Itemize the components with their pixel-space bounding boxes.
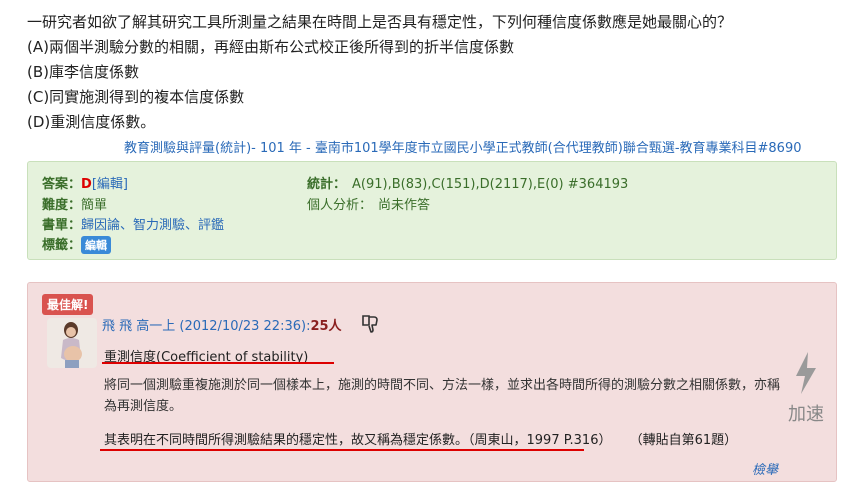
accelerate-widget[interactable]: 加速 (784, 350, 828, 426)
difficulty-value: 簡單 (81, 198, 108, 213)
question-block: 一研究者如欲了解其研究工具所測量之結果在時間上是否具有穩定性，下列何種信度係數應… (27, 10, 732, 135)
question-source-link[interactable]: 教育測驗與評量(統計)- 101 年 - 臺南市101學年度市立國民小學正式教師… (124, 137, 802, 156)
tag-label: 標籤： (42, 238, 82, 253)
book-label: 書單： (42, 218, 82, 233)
answer-row: 答案：D[編輯] (42, 173, 128, 192)
stats-label: 統計： (307, 177, 347, 192)
report-link[interactable]: 檢舉 (752, 459, 778, 478)
book-row: 書單：歸因論、智力測驗、評鑑 (42, 214, 224, 233)
best-answer-badge: 最佳解! (42, 294, 94, 315)
stats-row: 統計： A(91),B(83),C(151),D(2117),E(0) #3641… (307, 173, 628, 192)
answer-paragraph-2-note: （轉貼自第61題） (629, 433, 738, 448)
info-panel: 答案：D[編輯] 難度：簡單 書單：歸因論、智力測驗、評鑑 標籤： 編輯 統計： A… (27, 161, 837, 260)
personal-label: 個人分析： (307, 198, 373, 213)
lightning-icon (796, 352, 816, 394)
personal-value: 尚未作答 (378, 198, 431, 213)
answer-date: (2012/10/23 22:36): (179, 319, 311, 334)
question-stem: 一研究者如欲了解其研究工具所測量之結果在時間上是否具有穩定性，下列何種信度係數應… (27, 13, 733, 31)
answer-paragraph-2-main: 其表明在不同時間所得測驗結果的穩定性，故又稱為穩定係數。（周東山，1997 P.… (104, 433, 612, 448)
difficulty-row: 難度：簡單 (42, 194, 107, 213)
option-b[interactable]: (B)庫李信度係數 (27, 60, 732, 85)
avatar-image[interactable] (47, 318, 97, 368)
answer-value: D (81, 177, 92, 192)
option-c[interactable]: (C)同實施測得到的複本信度係數 (27, 85, 732, 110)
book-links[interactable]: 歸因論、智力測驗、評鑑 (81, 218, 224, 233)
option-a[interactable]: (A)兩個半測驗分數的相關，再經由斯布公式校正後所得到的折半信度係數 (27, 35, 732, 60)
tag-edit-badge[interactable]: 編輯 (81, 236, 112, 254)
answer-header: 飛 飛 高一上 (2012/10/23 22:36):25人 (102, 315, 342, 334)
answer-paragraph-2: 其表明在不同時間所得測驗結果的穩定性，故又稱為穩定係數。（周東山，1997 P.… (104, 429, 737, 448)
accelerate-label: 加速 (788, 404, 824, 425)
red-underline-paragraph (100, 449, 584, 451)
edit-answer-link[interactable]: [編輯] (92, 177, 128, 192)
best-answer-panel: 最佳解! 飛 飛 高一上 (2012/10/23 22:36):25人 重測信度… (27, 282, 837, 482)
personal-row: 個人分析： 尚未作答 (307, 194, 430, 213)
difficulty-label: 難度： (42, 198, 82, 213)
answer-label: 答案： (42, 177, 82, 192)
answer-paragraph-1: 將同一個測驗重複施測於同一個樣本上，施測的時間不同、方法一樣，並求出各時間所得的… (104, 378, 781, 414)
tag-row: 標籤： 編輯 (42, 234, 112, 254)
stats-value: A(91),B(83),C(151),D(2117),E(0) #364193 (352, 177, 629, 192)
like-count: 25人 (310, 319, 342, 334)
thumbs-down-icon[interactable] (360, 314, 380, 338)
option-d[interactable]: (D)重測信度係數。 (27, 110, 732, 135)
author-link[interactable]: 飛 飛 高一上 (102, 319, 175, 334)
red-underline-title (102, 362, 334, 364)
